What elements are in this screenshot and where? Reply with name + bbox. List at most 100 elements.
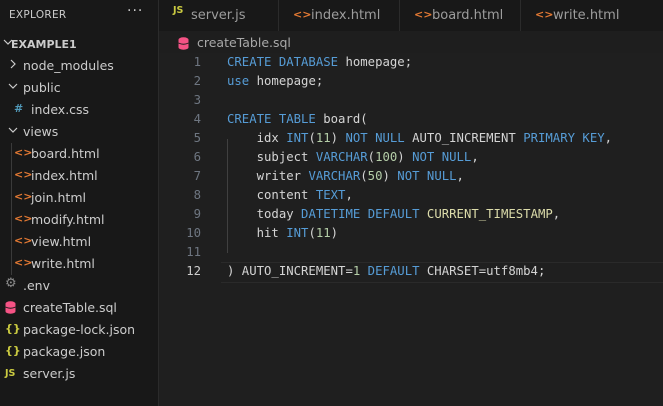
code-line[interactable]: 5 idx INT(11) NOT NULL AUTO_INCREMENT PR… (159, 129, 663, 148)
code-token: content (227, 188, 316, 202)
tree-item-label: modify.html (31, 212, 105, 227)
file-write-html[interactable]: <> write.html (0, 253, 158, 275)
code-token: TEXT (315, 188, 346, 202)
tab-label: board.html (432, 8, 504, 23)
database-icon (5, 301, 16, 317)
code-text: use homepage; (227, 74, 323, 88)
tree-item-label: public (23, 80, 61, 95)
folder-root-example1[interactable]: EXAMPLE1 (0, 33, 158, 55)
file-board-html[interactable]: <> board.html (0, 143, 158, 165)
code-text: idx INT(11) NOT NULL AUTO_INCREMENT PRIM… (227, 131, 612, 145)
code-token: board( (315, 112, 368, 126)
file-view-html[interactable]: <> view.html (0, 231, 158, 253)
code-text: CREATE DATABASE homepage; (227, 55, 412, 69)
html-file-icon: <> (14, 146, 33, 159)
gear-icon: ⚙ (5, 276, 17, 291)
code-token: 11 (315, 226, 331, 240)
json-file-icon: {} (5, 322, 21, 335)
code-token: DEFAULT (367, 207, 420, 221)
tab-label: write.html (553, 8, 620, 23)
folder-node-modules[interactable]: node_modules (0, 55, 158, 77)
file-index-html[interactable]: <> index.html (0, 165, 158, 187)
html-file-icon: <> (14, 190, 33, 203)
code-token: , (604, 131, 613, 145)
code-line[interactable]: 2 use homepage; (159, 72, 663, 91)
code-line[interactable]: 6 subject VARCHAR(100) NOT NULL, (159, 148, 663, 167)
file-package-lock-json[interactable]: {} package-lock.json (0, 319, 158, 341)
code-line[interactable]: 8 content TEXT, (159, 186, 663, 205)
code-line[interactable]: 9 today DATETIME DEFAULT CURRENT_TIMESTA… (159, 205, 663, 224)
code-token: NOT NULL (412, 150, 472, 164)
folder-views[interactable]: views (0, 121, 158, 143)
database-icon (178, 35, 189, 54)
tab-write-html[interactable]: <> write.html (521, 0, 663, 31)
tree-item-label: index.html (31, 168, 98, 183)
file-join-html[interactable]: <> join.html (0, 187, 158, 209)
file-modify-html[interactable]: <> modify.html (0, 209, 158, 231)
tree-item-label: server.js (23, 366, 76, 381)
line-number: 7 (193, 169, 201, 183)
code-token: use (227, 74, 250, 88)
line-number: 2 (193, 74, 201, 88)
line-number: 8 (193, 188, 201, 202)
html-file-icon: <> (14, 234, 33, 247)
tree-item-label: node_modules (23, 58, 114, 73)
code-text: ) AUTO_INCREMENT=1 DEFAULT CHARSET=utf8m… (227, 264, 545, 278)
js-file-icon: JS (5, 368, 16, 379)
code-line[interactable]: 4 CREATE TABLE board( (159, 110, 663, 129)
code-token: VARCHAR (315, 150, 368, 164)
code-text: writer VARCHAR(50) NOT NULL, (227, 169, 464, 183)
chevron-down-icon (7, 80, 19, 94)
code-line[interactable]: 7 writer VARCHAR(50) NOT NULL, (159, 167, 663, 186)
code-token: ( (308, 131, 316, 145)
tree-item-label: .env (23, 278, 50, 293)
file-server-js[interactable]: JS server.js (0, 363, 158, 385)
code-token: ) (330, 226, 339, 240)
file-index-css[interactable]: # index.css (0, 99, 158, 121)
tree-item-label: views (23, 124, 59, 139)
code-token: 100 (375, 150, 398, 164)
line-number: 6 (193, 150, 201, 164)
code-line[interactable]: 10 hit INT(11) (159, 224, 663, 243)
code-line[interactable]: 3 (159, 91, 663, 110)
line-number: 1 (193, 55, 201, 69)
html-file-icon: <> (14, 212, 33, 225)
explorer-sidebar: EXPLORER ··· EXAMPLE1 node_modules publi… (0, 0, 159, 406)
code-token: CHARSET=utf8mb4; (419, 264, 546, 278)
chevron-down-icon (7, 124, 19, 138)
tab-server-js[interactable]: JS server.js (159, 0, 279, 31)
tab-label: server.js (191, 8, 246, 23)
code-token: CREATE DATABASE (227, 55, 339, 69)
code-token: 11 (315, 131, 331, 145)
code-line[interactable]: 12 ) AUTO_INCREMENT=1 DEFAULT CHARSET=utf… (159, 262, 663, 283)
code-line[interactable]: 11 (159, 243, 663, 262)
file-env[interactable]: ⚙ .env (0, 275, 158, 297)
breadcrumb-file[interactable]: createTable.sql (197, 35, 291, 50)
chevron-right-icon (7, 58, 19, 72)
tree-item-label: view.html (31, 234, 92, 249)
more-actions-icon[interactable]: ··· (127, 3, 143, 19)
html-file-icon: <> (293, 8, 312, 21)
tree-item-label: package.json (23, 344, 106, 359)
tab-board-html[interactable]: <> board.html (400, 0, 521, 31)
code-token: ) AUTO_INCREMENT= (227, 264, 353, 278)
folder-public[interactable]: public (0, 77, 158, 99)
line-number: 12 (186, 264, 201, 278)
file-package-json[interactable]: {} package.json (0, 341, 158, 363)
tree-item-label: index.css (31, 102, 90, 117)
code-token: writer (227, 169, 309, 183)
code-token: , (456, 169, 464, 183)
file-createtable-sql[interactable]: createTable.sql (0, 297, 158, 319)
code-line[interactable]: 1 CREATE DATABASE homepage; (159, 53, 663, 72)
tree-item-label: createTable.sql (23, 300, 117, 315)
tab-index-html[interactable]: <> index.html (279, 0, 400, 31)
code-token: DEFAULT (367, 264, 420, 278)
code-editor[interactable]: 1 CREATE DATABASE homepage; 2 use homepage;… (159, 53, 663, 406)
code-token: VARCHAR (308, 169, 361, 183)
code-token: ( (308, 226, 316, 240)
code-token: INT (286, 131, 309, 145)
html-file-icon: <> (414, 8, 433, 21)
code-token: homepage; (249, 74, 324, 88)
code-token: ( (360, 169, 368, 183)
code-token: idx (227, 131, 287, 145)
